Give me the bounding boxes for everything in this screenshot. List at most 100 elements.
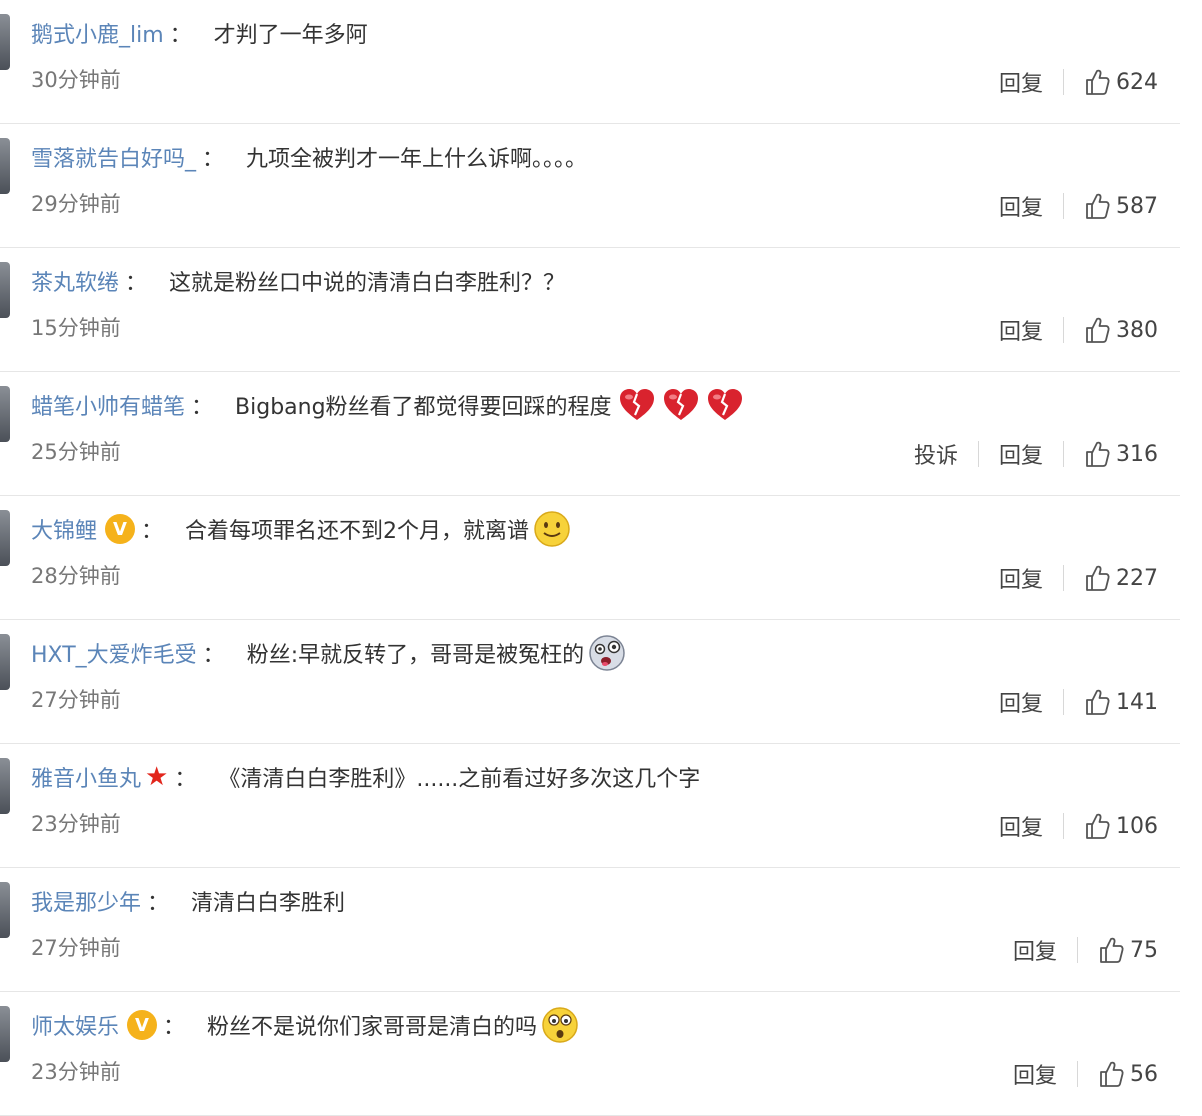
reply-button[interactable]: 回复 bbox=[1013, 1058, 1057, 1090]
thumbs-up-icon bbox=[1084, 812, 1116, 840]
username-link[interactable]: 蜡笔小帅有蜡笔 bbox=[31, 389, 185, 421]
avatar[interactable] bbox=[0, 138, 10, 194]
like-button[interactable]: 106 bbox=[1084, 812, 1158, 840]
comment-time: 28分钟前 bbox=[31, 564, 121, 588]
comment-line: 雅音小鱼丸 ★： 《清清白白李胜利》......之前看过好多次这几个字 bbox=[31, 760, 700, 794]
comment-text: 才判了一年多阿 bbox=[213, 23, 368, 48]
like-count: 587 bbox=[1116, 193, 1158, 219]
report-button[interactable]: 投诉 bbox=[914, 438, 958, 470]
username-link[interactable]: 茶丸软绻 bbox=[31, 265, 119, 297]
comment-time: 23分钟前 bbox=[31, 812, 121, 836]
comment-time: 15分钟前 bbox=[31, 316, 121, 340]
comment-item: 雅音小鱼丸 ★： 《清清白白李胜利》......之前看过好多次这几个字 23分钟前 回复… bbox=[0, 744, 1180, 868]
avatar[interactable] bbox=[0, 510, 10, 566]
comment-text: 这就是粉丝口中说的清清白白李胜利？？ bbox=[169, 271, 566, 296]
comment-actions: 回复 106 bbox=[999, 810, 1158, 842]
reply-button[interactable]: 回复 bbox=[999, 810, 1043, 842]
broken-heart-emoji-icon bbox=[662, 388, 700, 422]
like-button[interactable]: 227 bbox=[1084, 564, 1158, 592]
comment-item: 大锦鲤 V： 合着每项罪名还不到2个月，就离谱 28分钟前 回复 227 bbox=[0, 496, 1180, 620]
colon-separator: ： bbox=[163, 1015, 186, 1040]
comment-text: 《清清白白李胜利》......之前看过好多次这几个字 bbox=[218, 767, 701, 792]
comment-time: 27分钟前 bbox=[31, 936, 121, 960]
comment-actions: 回复 227 bbox=[999, 562, 1158, 594]
divider bbox=[1063, 813, 1064, 839]
like-button[interactable]: 316 bbox=[1084, 440, 1158, 468]
comment-actions: 回复 587 bbox=[999, 190, 1158, 222]
avatar[interactable] bbox=[0, 14, 10, 70]
reply-button[interactable]: 回复 bbox=[999, 314, 1043, 346]
avatar[interactable] bbox=[0, 386, 10, 442]
comment-item: 鹅式小鹿_lim： 才判了一年多阿 30分钟前 回复 624 bbox=[0, 0, 1180, 124]
colon-separator: ： bbox=[174, 767, 197, 792]
comment-time: 23分钟前 bbox=[31, 1060, 121, 1084]
broken-heart-emoji-icon bbox=[618, 388, 656, 422]
star-badge-icon: ★ bbox=[145, 762, 169, 792]
username-link[interactable]: 师太娱乐 bbox=[31, 1009, 119, 1041]
comment-actions: 回复 56 bbox=[1013, 1058, 1158, 1090]
reply-button[interactable]: 回复 bbox=[1013, 934, 1057, 966]
like-count: 624 bbox=[1116, 69, 1158, 95]
avatar[interactable] bbox=[0, 1006, 10, 1062]
broken-heart-emoji-icon bbox=[706, 388, 744, 422]
colon-separator: ： bbox=[141, 519, 164, 544]
comment-line: 师太娱乐 V： 粉丝不是说你们家哥哥是清白的吗 bbox=[31, 1006, 579, 1044]
like-button[interactable]: 141 bbox=[1084, 688, 1158, 716]
avatar[interactable] bbox=[0, 262, 10, 318]
username-link[interactable]: 雪落就告白好吗_ bbox=[31, 141, 196, 173]
like-count: 380 bbox=[1116, 317, 1158, 343]
like-count: 141 bbox=[1116, 689, 1158, 715]
like-button[interactable]: 380 bbox=[1084, 316, 1158, 344]
comment-time: 27分钟前 bbox=[31, 688, 121, 712]
comment-line: 蜡笔小帅有蜡笔： Bigbang粉丝看了都觉得要回踩的程度 bbox=[31, 388, 744, 422]
comment-actions: 回复 624 bbox=[999, 66, 1158, 98]
divider bbox=[1077, 1061, 1078, 1087]
colon-separator: ： bbox=[147, 891, 170, 916]
username-link[interactable]: 雅音小鱼丸 bbox=[31, 761, 141, 793]
comment-time: 29分钟前 bbox=[31, 192, 121, 216]
username-link[interactable]: 鹅式小鹿_lim bbox=[31, 17, 164, 49]
divider bbox=[1063, 193, 1064, 219]
username-link[interactable]: HXT_大爱炸毛受 bbox=[31, 637, 197, 669]
avatar[interactable] bbox=[0, 634, 10, 690]
divider bbox=[1063, 317, 1064, 343]
like-button[interactable]: 587 bbox=[1084, 192, 1158, 220]
like-count: 56 bbox=[1130, 1061, 1158, 1087]
like-count: 75 bbox=[1130, 937, 1158, 963]
comment-text: 清清白白李胜利 bbox=[191, 891, 346, 916]
crazy-face-emoji-icon bbox=[588, 634, 626, 672]
smile-face-emoji-icon bbox=[533, 510, 571, 548]
avatar[interactable] bbox=[0, 758, 10, 814]
comment-line: 大锦鲤 V： 合着每项罪名还不到2个月，就离谱 bbox=[31, 510, 571, 548]
divider bbox=[1063, 69, 1064, 95]
comment-actions: 投诉 回复 316 bbox=[914, 438, 1158, 470]
verified-v-badge-icon: V bbox=[105, 514, 136, 544]
comment-item: 茶丸软绻： 这就是粉丝口中说的清清白白李胜利？？ 15分钟前 回复 380 bbox=[0, 248, 1180, 372]
colon-separator: ： bbox=[191, 395, 214, 420]
like-count: 316 bbox=[1116, 441, 1158, 467]
username-link[interactable]: 大锦鲤 bbox=[31, 513, 97, 545]
colon-separator: ： bbox=[202, 147, 225, 172]
reply-button[interactable]: 回复 bbox=[999, 438, 1043, 470]
like-button[interactable]: 56 bbox=[1098, 1060, 1158, 1088]
comment-item: 蜡笔小帅有蜡笔： Bigbang粉丝看了都觉得要回踩的程度 25分钟前 投诉 回复 316 bbox=[0, 372, 1180, 496]
comment-time: 30分钟前 bbox=[31, 68, 121, 92]
thumbs-up-icon bbox=[1084, 688, 1116, 716]
comment-line: 鹅式小鹿_lim： 才判了一年多阿 bbox=[31, 16, 368, 50]
comment-text: 合着每项罪名还不到2个月，就离谱 bbox=[185, 519, 530, 544]
colon-separator: ： bbox=[169, 23, 192, 48]
surprised-face-emoji-icon bbox=[541, 1006, 579, 1044]
username-link[interactable]: 我是那少年 bbox=[31, 885, 141, 917]
comment-actions: 回复 141 bbox=[999, 686, 1158, 718]
comment-text: 粉丝不是说你们家哥哥是清白的吗 bbox=[207, 1015, 538, 1040]
comment-line: HXT_大爱炸毛受： 粉丝:早就反转了，哥哥是被冤枉的 bbox=[31, 634, 626, 672]
thumbs-up-icon bbox=[1098, 1060, 1130, 1088]
reply-button[interactable]: 回复 bbox=[999, 686, 1043, 718]
reply-button[interactable]: 回复 bbox=[999, 190, 1043, 222]
avatar[interactable] bbox=[0, 882, 10, 938]
reply-button[interactable]: 回复 bbox=[999, 66, 1043, 98]
colon-separator: ： bbox=[125, 271, 148, 296]
like-button[interactable]: 75 bbox=[1098, 936, 1158, 964]
like-button[interactable]: 624 bbox=[1084, 68, 1158, 96]
reply-button[interactable]: 回复 bbox=[999, 562, 1043, 594]
